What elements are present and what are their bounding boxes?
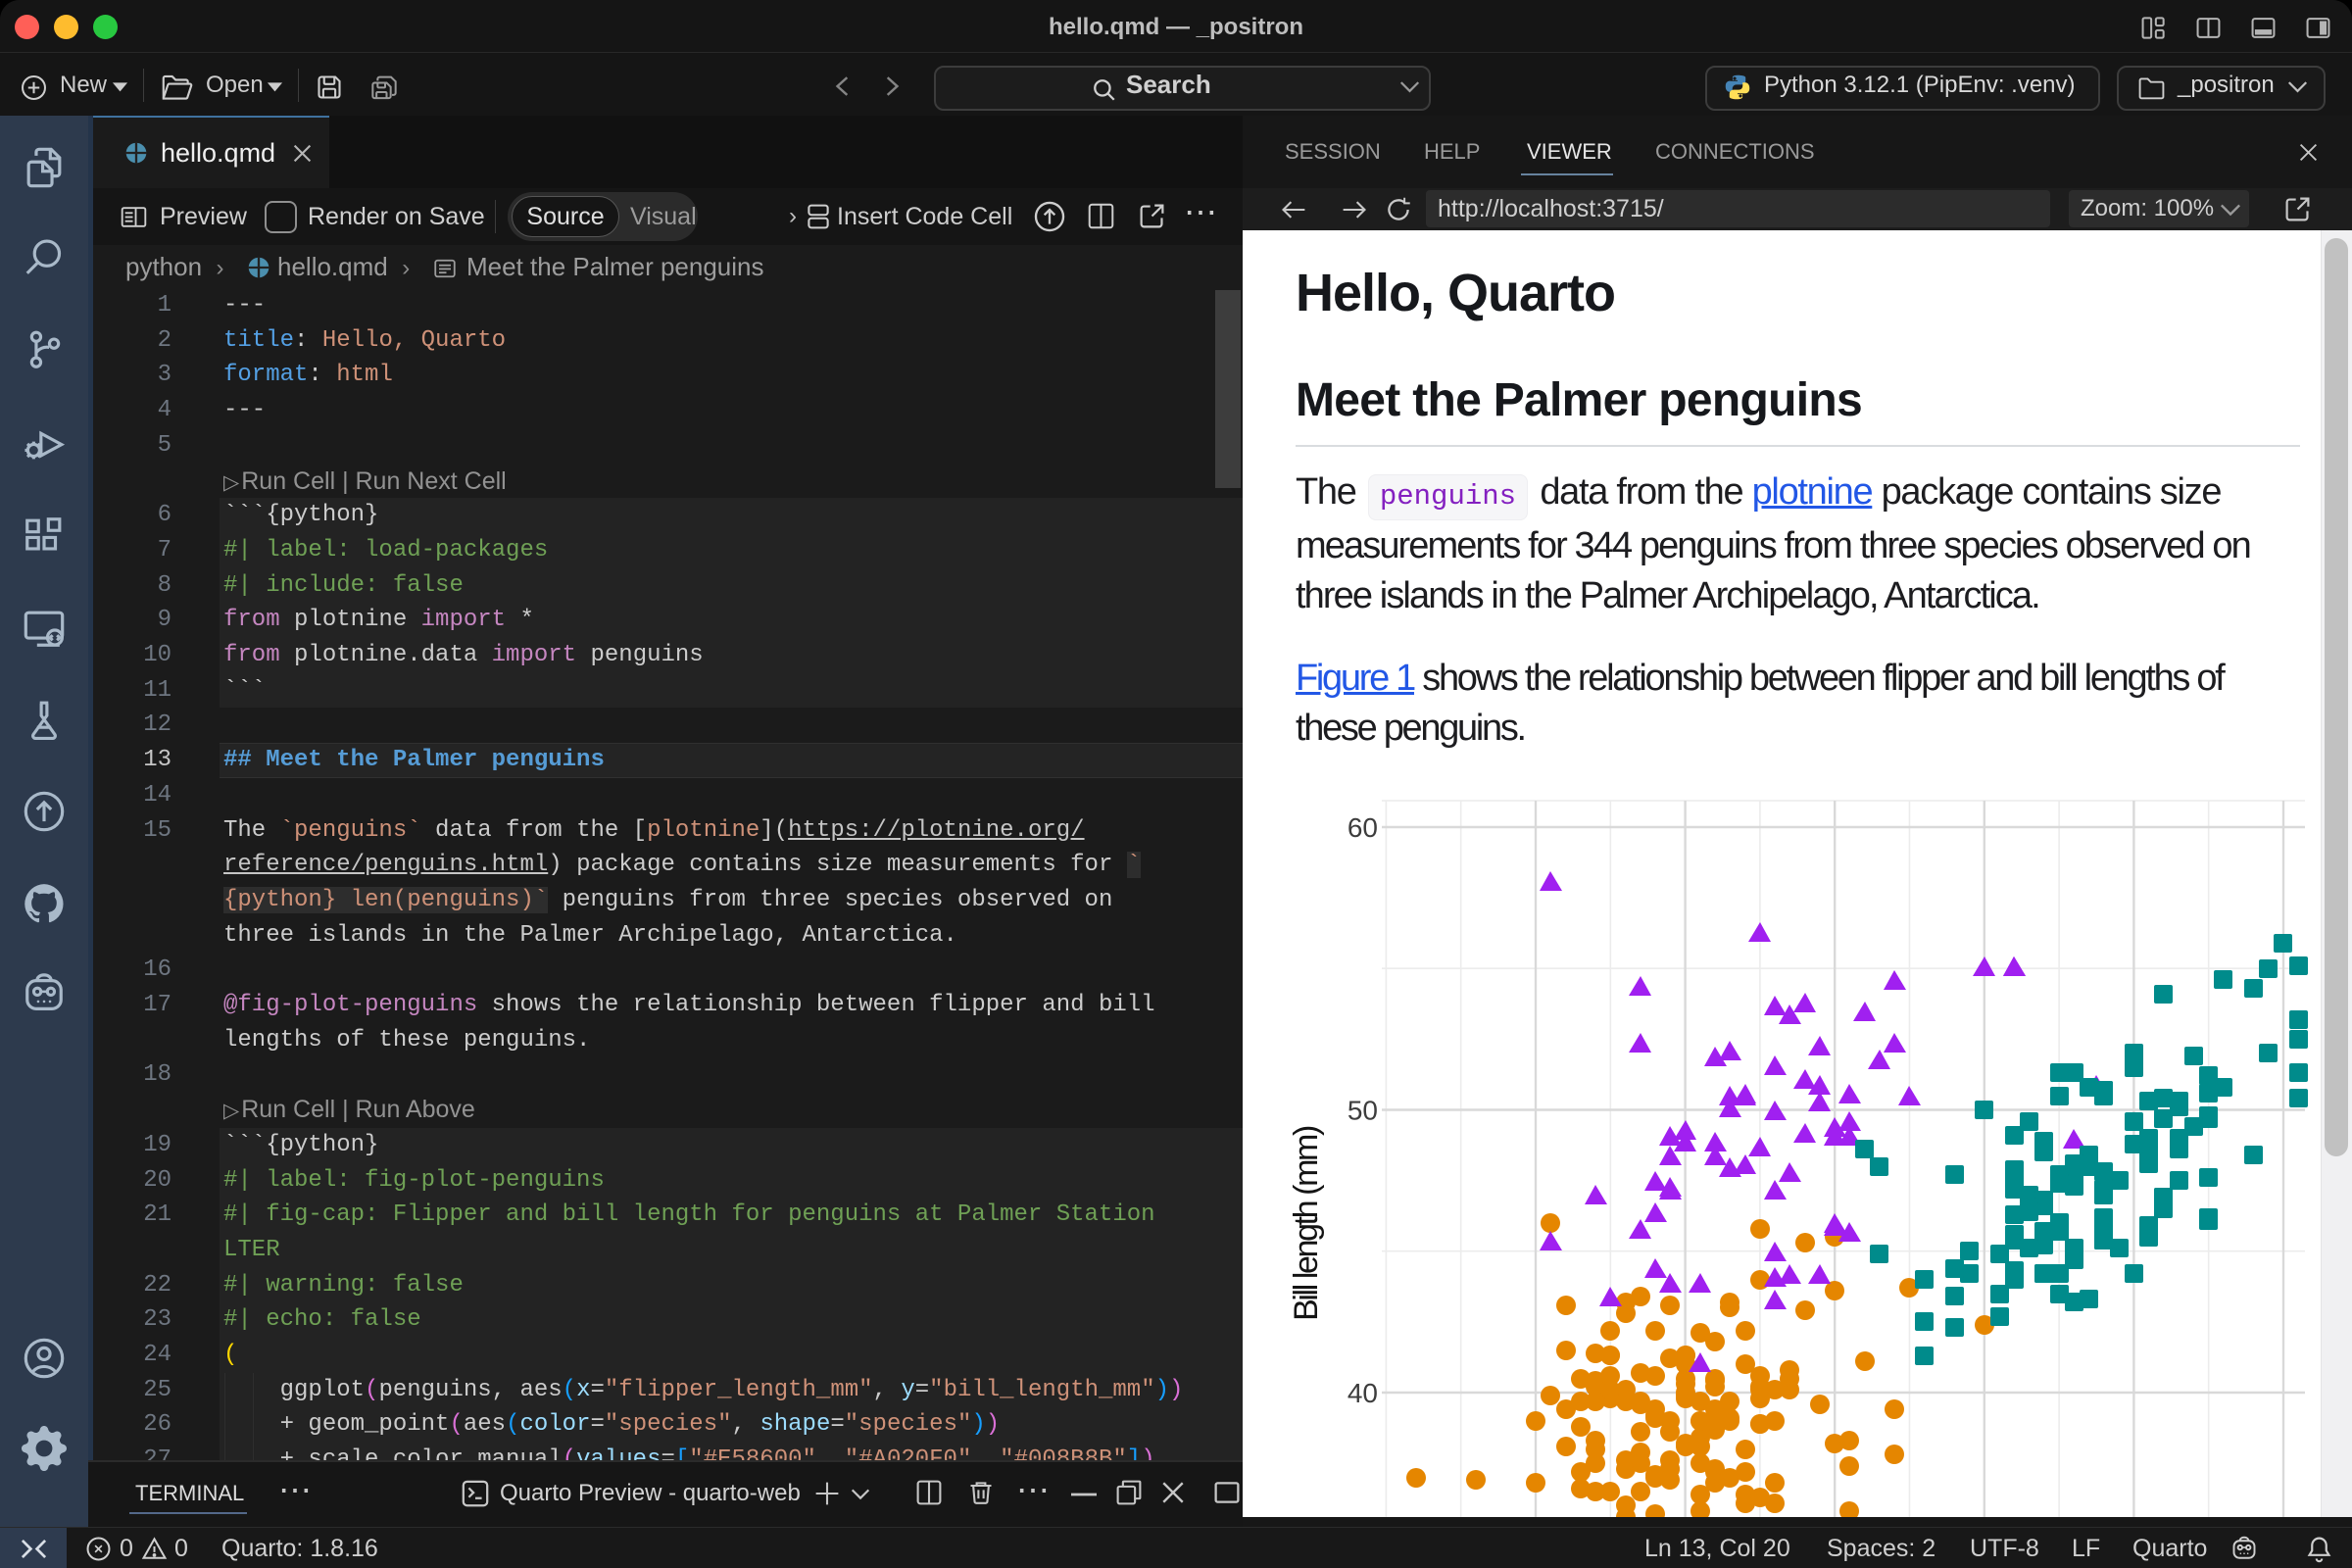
svg-text:60: 60 xyxy=(1348,812,1378,843)
svg-text:50: 50 xyxy=(1348,1096,1378,1126)
svg-text:40: 40 xyxy=(1348,1378,1378,1408)
svg-text:Bill length (mm): Bill length (mm) xyxy=(1288,1126,1325,1321)
